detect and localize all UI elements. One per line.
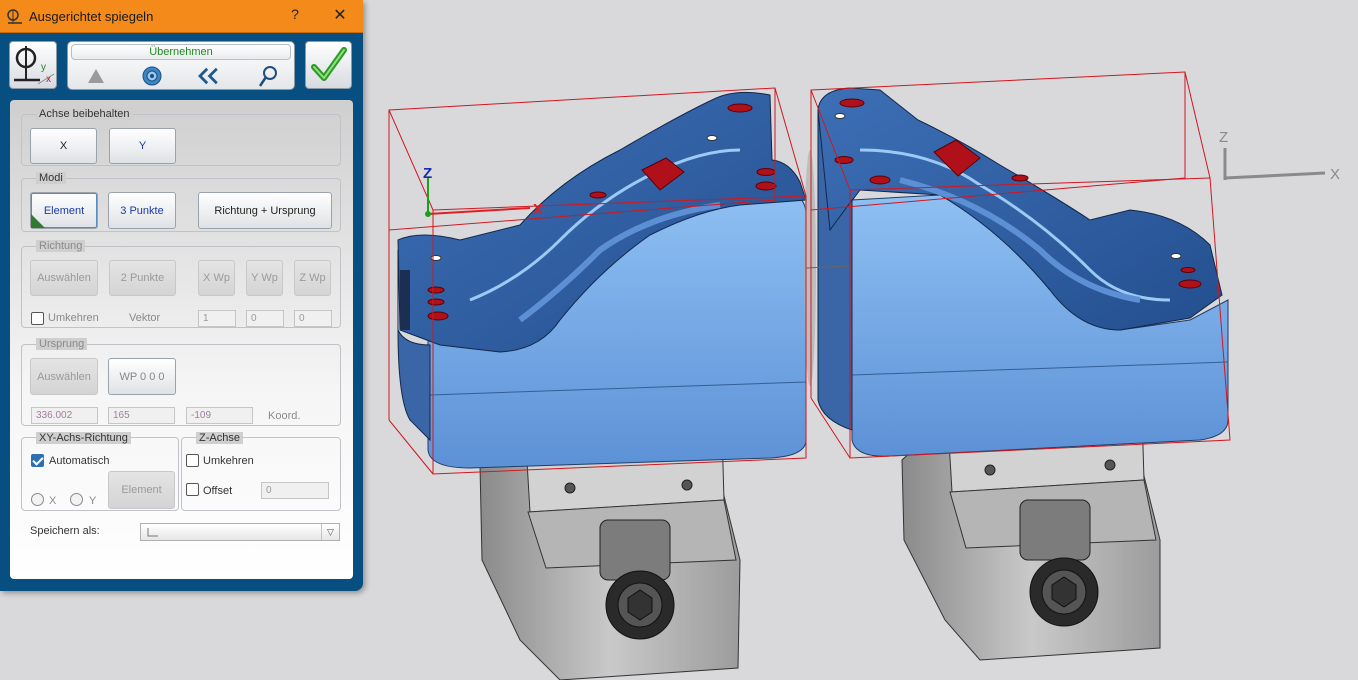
direction-legend: Richtung [36,240,86,252]
origin-z-field[interactable]: -109 [186,407,253,424]
vector-y-field[interactable]: 0 [246,310,284,327]
vector-z-field[interactable]: 0 [294,310,332,327]
save-as-dropdown[interactable]: ▽ [140,523,340,541]
origin-x-field[interactable]: 336.002 [31,407,98,424]
selected-corner-icon [31,214,45,228]
keep-axis-y-button[interactable]: Y [109,128,176,164]
modes-legend: Modi [36,172,66,184]
close-button[interactable]: ✕ [330,5,350,27]
z-offset-checkbox[interactable] [186,483,199,496]
left-workpiece[interactable] [397,91,807,469]
dialog-body: Achse beibehalten X Y Modi Element 3 Pun… [10,100,353,579]
z-offset-label: Offset [203,485,233,497]
keep-axis-x-button[interactable]: X [30,128,97,164]
direction-vector-label: Vektor [129,312,161,324]
mirror-mode-icon[interactable]: y x [9,41,57,89]
world-axis-z-label: Z [1219,129,1228,146]
warning-icon[interactable] [84,64,108,88]
direction-select-button[interactable]: Auswählen [30,260,98,296]
origin-y-field[interactable]: 165 [108,407,175,424]
xy-x-label: X [49,495,57,507]
direction-two-points-button[interactable]: 2 Punkte [109,260,176,296]
magnifier-icon[interactable] [256,64,280,88]
vector-x-field[interactable]: 1 [198,310,236,327]
direction-invert-checkbox[interactable] [31,312,44,325]
direction-x-wp-button[interactable]: X Wp [198,260,235,296]
keep-axis-legend: Achse beibehalten [36,108,133,120]
z-axis-group [181,437,341,511]
left-vise [479,431,741,680]
origin-wp-button[interactable]: WP 0 0 0 [108,358,176,395]
origin-select-button[interactable]: Auswählen [30,358,98,395]
dialog-toolbar: y x Übernehmen [8,39,354,93]
help-button[interactable]: ? [288,6,302,26]
coordinate-system-icon [147,528,158,537]
right-workpiece[interactable] [817,87,1229,457]
xy-auto-checkbox[interactable] [31,454,44,467]
direction-invert-label: Umkehren [48,312,99,324]
dialog-titlebar[interactable]: Ausgerichtet spiegeln ? ✕ [0,0,363,33]
z-invert-checkbox[interactable] [186,454,199,467]
origin-coord-label: Koord. [268,410,301,422]
svg-text:y: y [41,62,46,73]
direction-z-wp-button[interactable]: Z Wp [294,260,331,296]
xy-y-radio[interactable] [70,493,83,506]
svg-text:x: x [46,74,51,85]
confirm-checkmark-icon[interactable] [305,41,352,89]
part-axis-triad [425,178,531,217]
xy-auto-label: Automatisch [49,455,110,467]
z-invert-label: Umkehren [203,455,254,467]
mirror-app-icon [7,9,22,24]
toolbar-strip: Übernehmen [67,41,295,90]
mode-element-button[interactable]: Element [30,192,98,229]
settings-gear-icon[interactable] [140,64,164,88]
xy-axis-legend: XY-Achs-Richtung [36,432,131,444]
save-as-label: Speichern als: [30,525,100,537]
dialog-title: Ausgerichtet spiegeln [29,9,154,24]
part-axis-x-label: X [533,201,543,218]
xy-element-button[interactable]: Element [108,471,175,509]
direction-y-wp-button[interactable]: Y Wp [246,260,283,296]
mode-direction-origin-button[interactable]: Richtung + Ursprung [198,192,332,229]
mode-three-points-button[interactable]: 3 Punkte [108,192,176,229]
origin-legend: Ursprung [36,338,88,350]
z-offset-field[interactable]: 0 [261,482,329,499]
z-axis-legend: Z-Achse [196,432,243,444]
world-axis-x-label: X [1330,166,1340,183]
world-axis-triad [1223,148,1326,180]
xy-x-radio[interactable] [31,493,44,506]
apply-button[interactable]: Übernehmen [71,44,291,60]
mirror-dialog: Ausgerichtet spiegeln ? ✕ y x Übernehmen [0,0,363,591]
back-double-chevron-icon[interactable] [196,64,220,88]
part-axis-z-label: Z [423,165,432,182]
xy-y-label: Y [89,495,97,507]
chevron-down-icon[interactable]: ▽ [321,524,339,540]
